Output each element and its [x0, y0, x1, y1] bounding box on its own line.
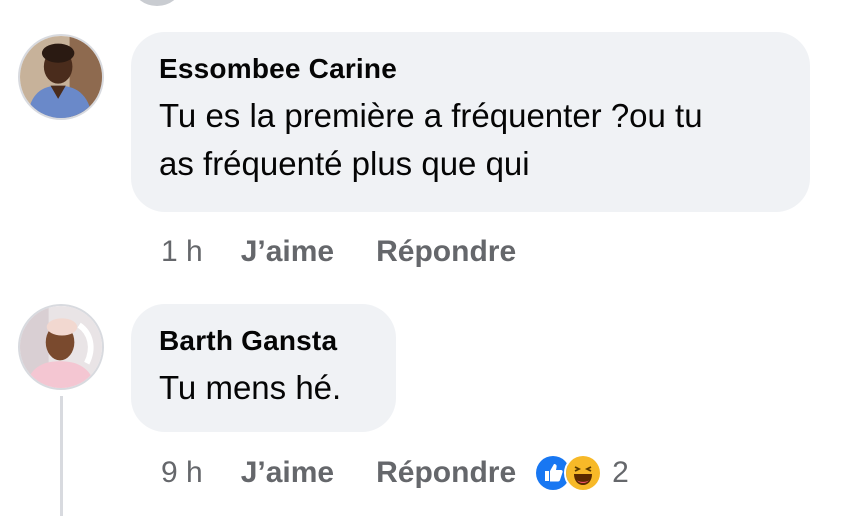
comment-bubble: Barth Gansta Tu mens hé.	[131, 304, 396, 432]
avatar[interactable]	[18, 304, 104, 390]
avatar-photo	[20, 36, 102, 118]
reply-button[interactable]: Répondre	[376, 235, 516, 269]
comment-actions: 1 h J’aime Répondre	[161, 232, 516, 272]
previous-comment-avatar	[134, 0, 180, 6]
reply-thread-line	[60, 396, 63, 516]
like-button[interactable]: J’aime	[241, 235, 334, 269]
comment-author[interactable]: Essombee Carine	[159, 52, 782, 86]
comment-text: Tu mens hé.	[159, 364, 368, 412]
comment-bubble: Essombee Carine Tu es la première a fréq…	[131, 32, 810, 212]
comment-actions: 9 h J’aime Répondre 2	[161, 453, 629, 493]
reply-button[interactable]: Répondre	[376, 456, 516, 490]
comment-author[interactable]: Barth Gansta	[159, 324, 368, 358]
avatar-photo	[20, 306, 102, 388]
comment-text-line: as fréquenté plus que qui	[159, 145, 530, 182]
comment-timestamp[interactable]: 9 h	[161, 456, 203, 490]
reaction-count: 2	[612, 456, 629, 489]
comment-text-line: Tu mens hé.	[159, 369, 342, 406]
comment-text-line: Tu es la première a fréquenter ?ou tu	[159, 97, 703, 134]
haha-reaction-icon	[564, 454, 603, 492]
avatar[interactable]	[18, 34, 104, 120]
like-button[interactable]: J’aime	[241, 456, 334, 490]
comment-timestamp[interactable]: 1 h	[161, 235, 203, 269]
comment-text: Tu es la première a fréquenter ?ou tu as…	[159, 92, 782, 188]
reactions-summary[interactable]: 2	[534, 454, 629, 492]
